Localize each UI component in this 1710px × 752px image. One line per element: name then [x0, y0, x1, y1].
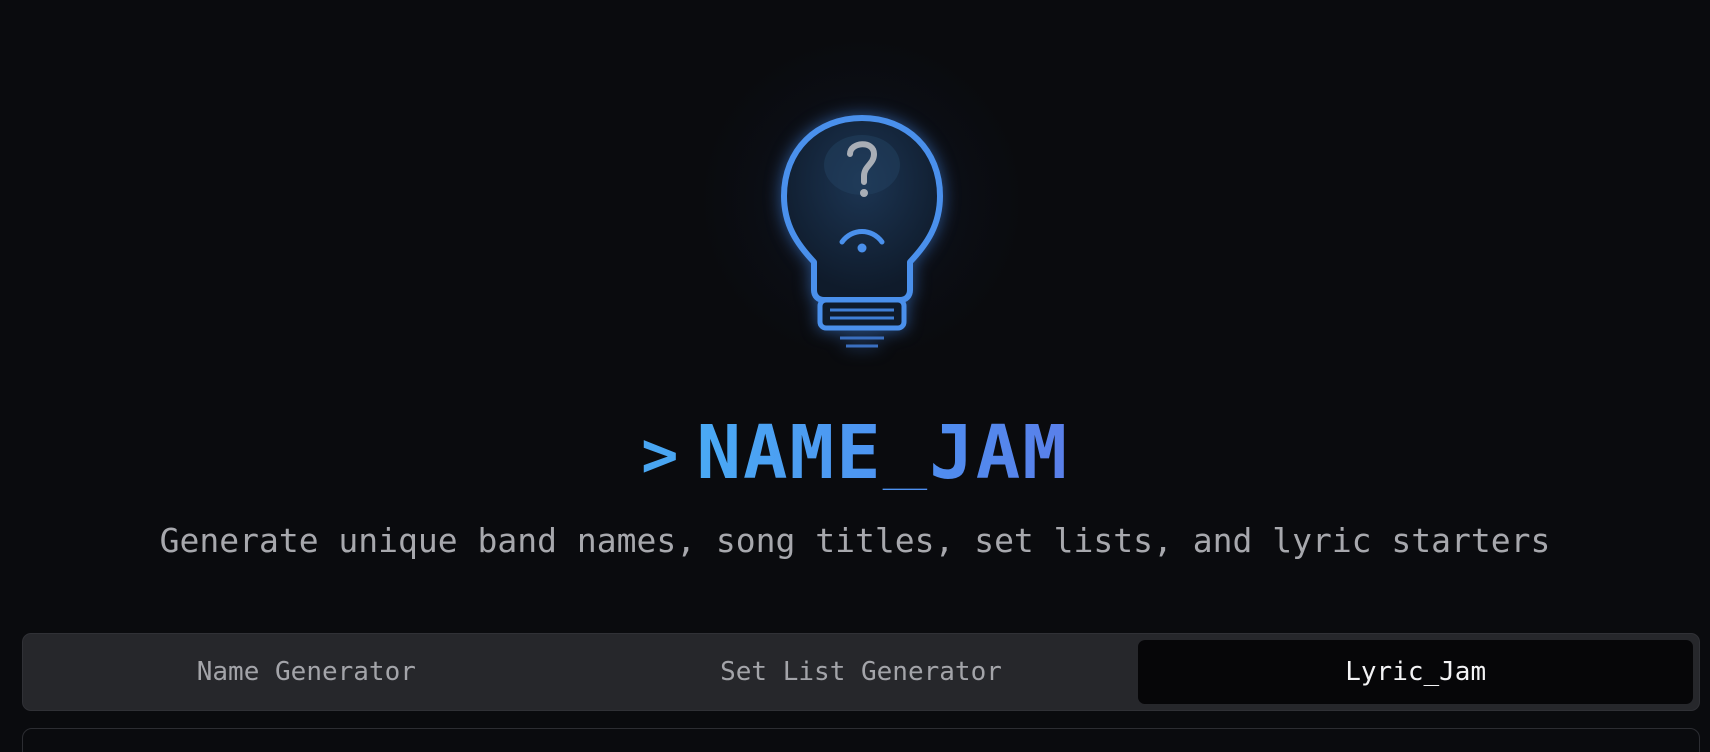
page-subtitle: Generate unique band names, song titles,… [159, 521, 1551, 560]
app-title: > NAME_JAM [0, 408, 1710, 498]
lightbulb-question-icon [781, 115, 943, 348]
tab-name-generator[interactable]: Name Generator [29, 640, 584, 704]
prompt-symbol: > [641, 418, 681, 491]
content-panel [22, 728, 1700, 752]
tab-lyric-jam[interactable]: Lyric_Jam [1138, 640, 1694, 704]
tab-set-list-generator[interactable]: Set List Generator [584, 640, 1139, 704]
page-title: NAME_JAM [696, 410, 1069, 496]
tab-bar: Name Generator Set List Generator Lyric_… [22, 633, 1700, 711]
app-page: > NAME_JAM Generate unique band names, s… [0, 0, 1710, 752]
